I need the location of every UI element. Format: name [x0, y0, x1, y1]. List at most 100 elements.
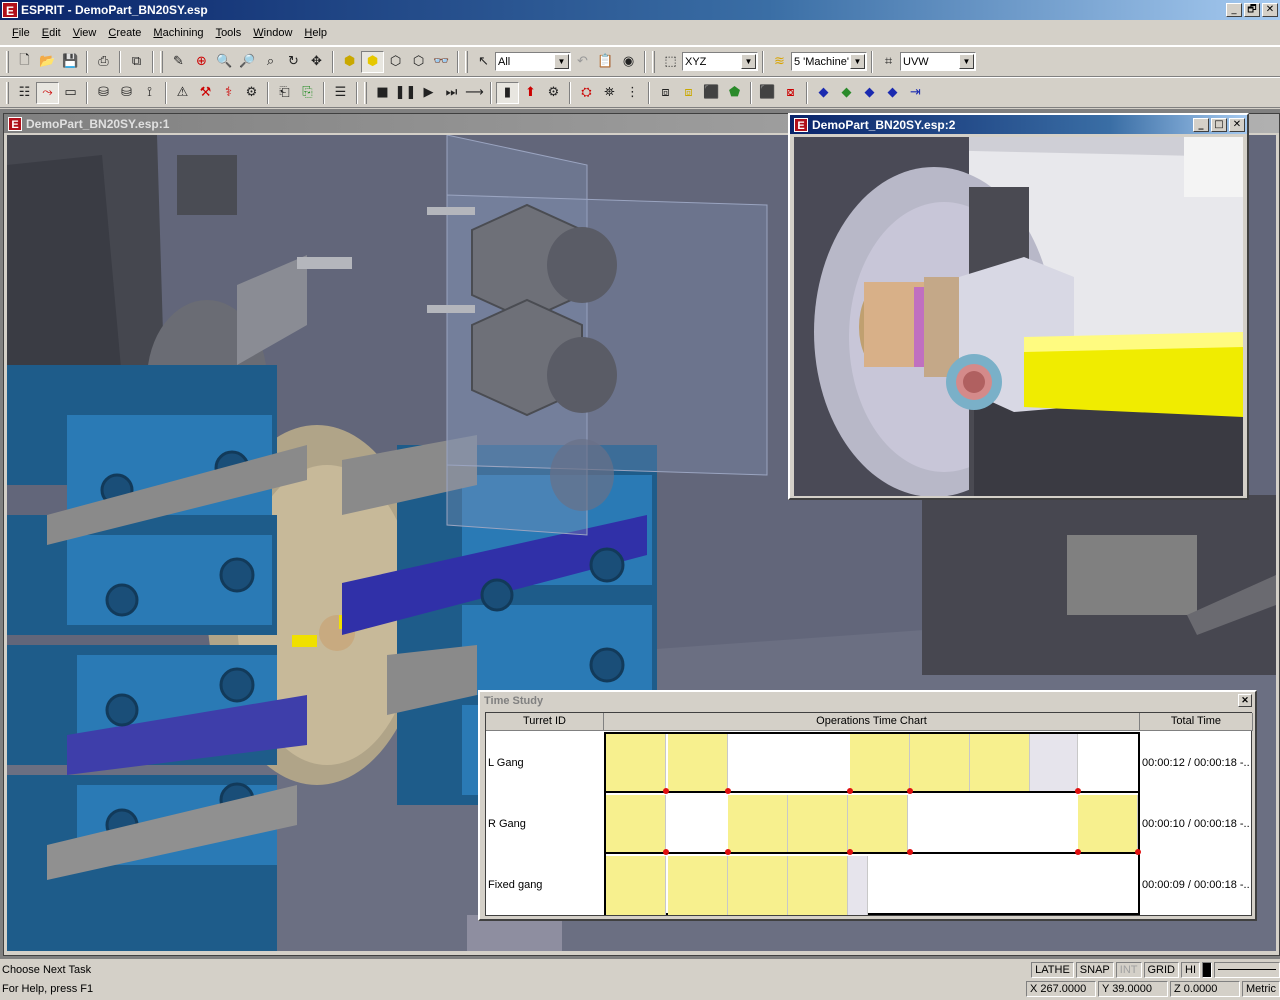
machine-setup-icon[interactable]: ⧇ [779, 82, 802, 104]
zoom-out-icon[interactable]: 🔎 [236, 51, 259, 73]
chevron-down-icon[interactable]: ▼ [850, 54, 865, 69]
workplane-select[interactable]: UVW ▼ [900, 52, 976, 71]
layer-select[interactable]: 5 'Machine' ▼ [791, 52, 867, 71]
child-minimize-button[interactable]: _ [1193, 117, 1209, 132]
drilling-icon[interactable]: ⚠ [171, 82, 194, 104]
fixed-gang-track[interactable] [606, 856, 1138, 915]
minimize-button[interactable]: _ [1226, 3, 1242, 17]
status-flag-lathe[interactable]: LATHE [1031, 962, 1074, 978]
fast-forward-icon[interactable]: ⏭ [440, 82, 463, 104]
chevron-down-icon[interactable]: ▼ [741, 54, 756, 69]
wireframe-icon[interactable]: ⬡ [384, 51, 407, 73]
operation-segment[interactable] [668, 734, 728, 791]
operation-segment[interactable] [848, 795, 908, 852]
operation-segment[interactable] [728, 856, 788, 915]
play-icon[interactable]: ▶ [417, 82, 440, 104]
menu-tools[interactable]: Tools [210, 25, 248, 41]
machine-cube-icon[interactable]: ⬛ [756, 82, 779, 104]
menu-help[interactable]: Help [298, 25, 333, 41]
idle-segment[interactable] [1030, 734, 1078, 791]
save-icon[interactable]: 💾 [59, 51, 82, 73]
blue-tool-1-icon[interactable]: ◆ [812, 82, 835, 104]
chevron-down-icon[interactable]: ▼ [554, 54, 569, 69]
export-icon[interactable]: ⇥ [904, 82, 927, 104]
operation-segment[interactable] [1078, 795, 1138, 852]
l-gang-track[interactable] [606, 734, 1138, 794]
operations-time-chart[interactable] [604, 732, 1141, 915]
color-swatch[interactable] [1202, 962, 1212, 978]
open-folder-icon[interactable]: 📂 [36, 51, 59, 73]
sim-holder-icon[interactable]: ⛯ [598, 82, 621, 104]
plane-select[interactable]: XYZ ▼ [682, 52, 758, 71]
operation-segment[interactable] [728, 795, 788, 852]
step-icon[interactable]: ⟶ [463, 82, 486, 104]
print-icon[interactable]: ⎙ [92, 51, 115, 73]
toolbar-grip[interactable] [6, 50, 9, 73]
menu-machining[interactable]: Machining [147, 25, 209, 41]
green-stack-icon[interactable]: ⬟ [723, 82, 746, 104]
report-icon[interactable]: ☰ [329, 82, 352, 104]
cutoff-icon[interactable]: ⚕ [217, 82, 240, 104]
column-header-total-time[interactable]: Total Time [1140, 713, 1253, 731]
document-window-2-title-bar[interactable]: E DemoPart_BN20SY.esp:2 _ □ ✕ [790, 115, 1247, 134]
shaded-yellow-icon[interactable]: ⬢ [361, 50, 384, 73]
menu-edit[interactable]: Edit [36, 25, 67, 41]
green-tool-icon[interactable]: ◆ [835, 82, 858, 104]
3d-viewport-closeup[interactable] [794, 137, 1243, 496]
operation-segment[interactable] [850, 734, 910, 791]
toolbar-grip[interactable] [364, 81, 367, 104]
time-study-close-button[interactable]: ✕ [1238, 694, 1252, 707]
status-flag-snap[interactable]: SNAP [1075, 962, 1114, 978]
blue-tool-3-icon[interactable]: ◆ [881, 82, 904, 104]
toolbar-grip[interactable] [652, 50, 655, 73]
workplane-icon[interactable]: ⌗ [877, 51, 900, 73]
feature-tree-icon[interactable]: ☷ [13, 82, 36, 104]
menu-create[interactable]: Create [102, 25, 147, 41]
solid-cube-icon[interactable]: ⧈ [654, 82, 677, 104]
operation-manager-icon[interactable]: ⎘ [296, 82, 319, 104]
select-pointer-icon[interactable]: ↖ [472, 51, 495, 73]
glasses-icon[interactable]: 👓 [430, 51, 453, 73]
shaded-solid-icon[interactable]: ⬢ [338, 51, 361, 73]
operation-segment[interactable] [788, 795, 848, 852]
toolpath-icon[interactable]: ⤳ [36, 81, 59, 104]
turning-roughing-icon[interactable]: ⛁ [92, 82, 115, 104]
operation-segment[interactable] [788, 856, 848, 915]
turning-groove-icon[interactable]: ⟟ [138, 82, 161, 104]
close-button[interactable]: ✕ [1262, 3, 1278, 17]
stop-circle-icon[interactable]: ◉ [617, 51, 640, 73]
r-gang-track[interactable] [606, 795, 1141, 855]
shaded-cube-icon[interactable]: ⧈ [677, 82, 700, 104]
sim-part-icon[interactable]: ⛭ [575, 82, 598, 104]
column-header-operations-chart[interactable]: Operations Time Chart [604, 713, 1140, 731]
document-window-2[interactable]: E DemoPart_BN20SY.esp:2 _ □ ✕ [788, 113, 1249, 500]
toolbar-grip[interactable] [160, 50, 163, 73]
chevron-down-icon[interactable]: ▼ [959, 54, 974, 69]
esprit-logo-icon[interactable]: E [2, 2, 18, 18]
layers-icon[interactable]: ≋ [768, 51, 791, 73]
menu-file[interactable]: File [6, 25, 36, 41]
redraw-icon[interactable]: ✎ [167, 51, 190, 73]
turning-contour-icon[interactable]: ⛁ [115, 82, 138, 104]
simulation-options-icon[interactable]: ⚙ [542, 82, 565, 104]
line-style-swatch[interactable] [1214, 962, 1280, 978]
undo-icon[interactable]: ↶ [571, 51, 594, 73]
time-study-panel[interactable]: Time Study ✕ Turret ID Operations Time C… [478, 690, 1257, 921]
restore-button[interactable]: 🗗 [1244, 3, 1260, 17]
operation-segment[interactable] [606, 795, 666, 852]
operation-segment[interactable] [970, 734, 1030, 791]
filter-select[interactable]: All ▼ [495, 52, 571, 71]
copy-icon[interactable]: ⧉ [125, 51, 148, 73]
rotate-icon[interactable]: ↻ [282, 51, 305, 73]
operation-segment[interactable] [606, 856, 666, 915]
hidden-line-icon[interactable]: ⬡ [407, 51, 430, 73]
blue-cube-icon[interactable]: ⬛ [700, 82, 723, 104]
operation-segment[interactable] [910, 734, 970, 791]
paste-icon[interactable]: 📋 [594, 51, 617, 73]
status-flag-hi[interactable]: HI [1181, 962, 1200, 978]
time-study-title-bar[interactable]: Time Study ✕ [480, 692, 1255, 709]
stop-icon[interactable]: ■ [371, 82, 394, 104]
simulation-tool-icon[interactable]: ▮ [496, 81, 519, 104]
toolbar-grip[interactable] [465, 50, 468, 73]
pan-icon[interactable]: ✥ [305, 51, 328, 73]
